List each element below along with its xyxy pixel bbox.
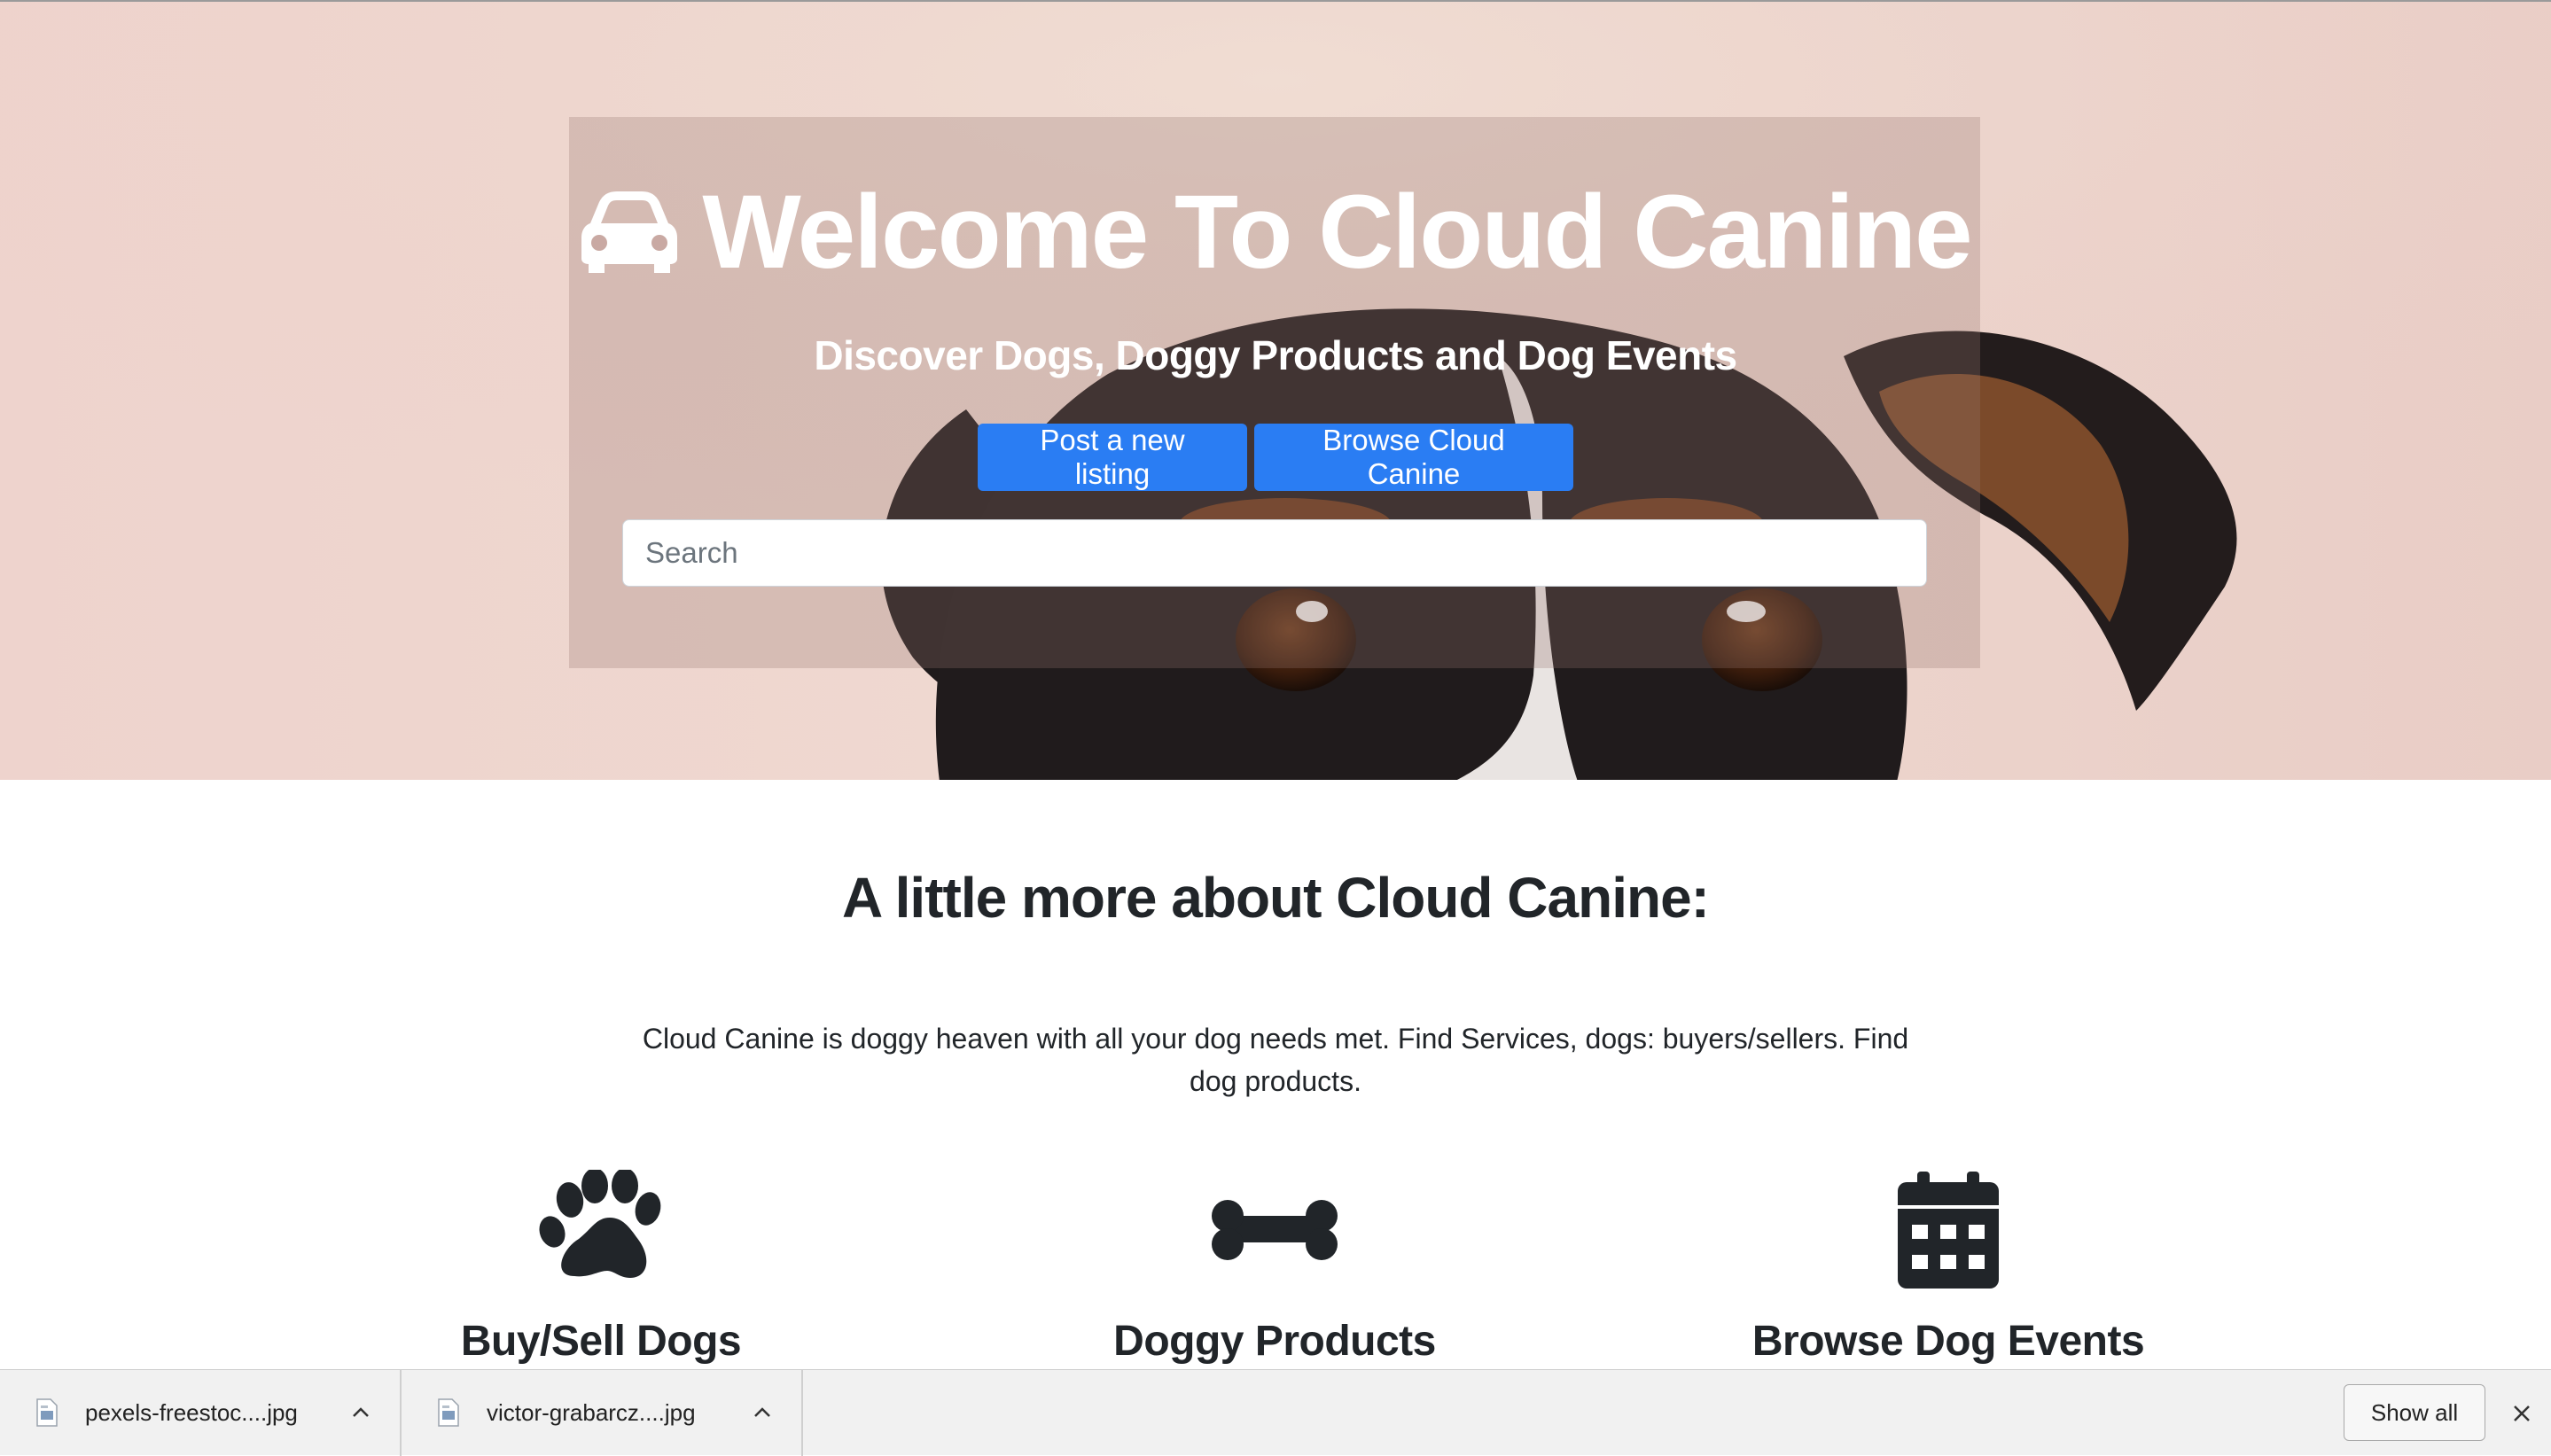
feature-title: Buy/Sell Dogs <box>460 1318 742 1365</box>
paw-icon <box>534 1170 667 1290</box>
feature-doggy-products: Doggy Products <box>991 1170 1558 1366</box>
feature-title: Doggy Products <box>1113 1318 1436 1365</box>
download-bar: pexels-freestoc....jpg victor-grabarcz..… <box>0 1369 2551 1456</box>
feature-dog-events: Browse Dog Events <box>1665 1170 2232 1366</box>
browse-button[interactable]: Browse Cloud Canine <box>1254 424 1573 491</box>
car-icon <box>580 188 679 276</box>
show-all-button[interactable]: Show all <box>2344 1384 2485 1441</box>
download-item[interactable]: pexels-freestoc....jpg <box>0 1369 402 1456</box>
image-file-icon <box>35 1398 59 1427</box>
about-heading: A little more about Cloud Canine: <box>842 866 1710 930</box>
download-filename: victor-grabarcz....jpg <box>487 1398 696 1426</box>
hero-title: Welcome To Cloud Canine <box>0 170 2551 294</box>
close-icon[interactable] <box>2508 1400 2535 1427</box>
hero-subtitle: Discover Dogs, Doggy Products and Dog Ev… <box>814 332 1737 378</box>
image-file-icon <box>437 1398 460 1427</box>
download-filename: pexels-freestoc....jpg <box>85 1398 298 1426</box>
download-item[interactable]: victor-grabarcz....jpg <box>402 1369 803 1456</box>
post-listing-button[interactable]: Post a new listing <box>978 424 1247 491</box>
calendar-icon <box>1882 1170 2015 1290</box>
feature-title: Browse Dog Events <box>1751 1318 2145 1365</box>
bone-icon <box>1208 1170 1341 1290</box>
about-text: Cloud Canine is doggy heaven with all yo… <box>642 1023 1909 1097</box>
chevron-up-icon[interactable] <box>750 1400 775 1425</box>
chevron-up-icon[interactable] <box>348 1400 373 1425</box>
hero-section: Welcome To Cloud Canine Discover Dogs, D… <box>0 0 2551 780</box>
feature-buy-sell-dogs: Buy/Sell Dogs <box>317 1170 885 1366</box>
hero-buttons: Post a new listing Browse Cloud Canine <box>0 424 2551 491</box>
search-input[interactable] <box>622 519 1927 587</box>
hero-title-text: Welcome To Cloud Canine <box>702 174 1972 291</box>
